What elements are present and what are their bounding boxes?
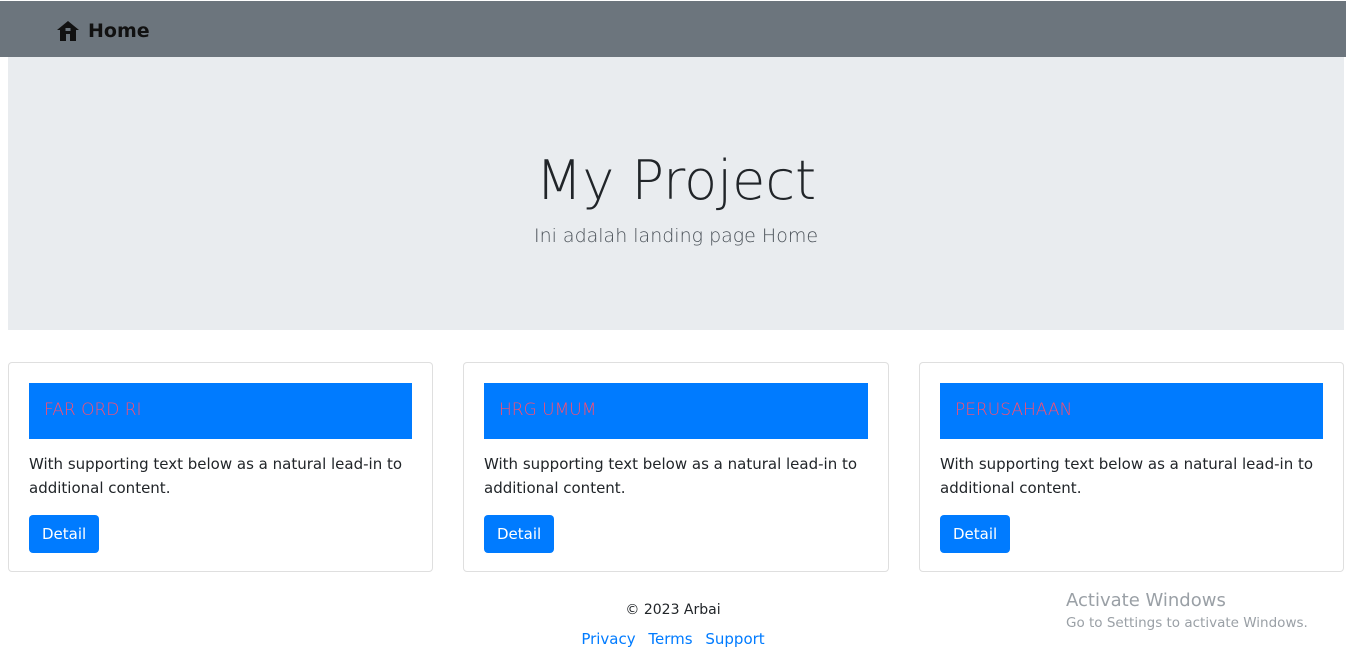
detail-button[interactable]: Detail <box>29 515 100 553</box>
card-text: With supporting text below as a natural … <box>484 455 858 497</box>
watermark-title: Activate Windows <box>1066 590 1226 611</box>
brand-label: Home <box>88 20 150 42</box>
hero-subtitle: Ini adalah landing page Home <box>533 225 819 247</box>
card-text: With supporting text below as a natural … <box>29 455 403 497</box>
detail-button[interactable]: Detail <box>484 515 555 553</box>
detail-button[interactable]: Detail <box>940 515 1011 553</box>
card-far-ord-ri: FAR ORD RI With supporting text below as… <box>8 362 433 572</box>
hero-title: My Project <box>535 149 817 212</box>
home-link[interactable]: Home <box>56 18 150 44</box>
card-header: FAR ORD RI <box>29 383 412 439</box>
activate-windows-watermark: Activate Windows Go to Settings to activ… <box>1066 590 1308 633</box>
card-text: With supporting text below as a natural … <box>940 455 1314 497</box>
card-header-title: FAR ORD RI <box>44 400 142 420</box>
hero-jumbotron: My Project Ini adalah landing page Home <box>8 57 1344 330</box>
watermark-subtitle: Go to Settings to activate Windows. <box>1066 615 1308 631</box>
footer-link-terms[interactable]: Terms <box>648 630 692 648</box>
card-header-title: HRG UMUM <box>499 400 597 420</box>
footer-link-support[interactable]: Support <box>705 630 764 648</box>
card-header: PERUSAHAAN <box>940 383 1323 439</box>
card-perusahaan: PERUSAHAAN With supporting text below as… <box>919 362 1344 572</box>
navbar: Home <box>0 1 1346 57</box>
footer-link-privacy[interactable]: Privacy <box>581 630 635 648</box>
card-header: HRG UMUM <box>484 383 868 439</box>
card-header-title: PERUSAHAAN <box>955 400 1073 420</box>
home-icon <box>57 21 79 41</box>
card-hrg-umum: HRG UMUM With supporting text below as a… <box>463 362 889 572</box>
